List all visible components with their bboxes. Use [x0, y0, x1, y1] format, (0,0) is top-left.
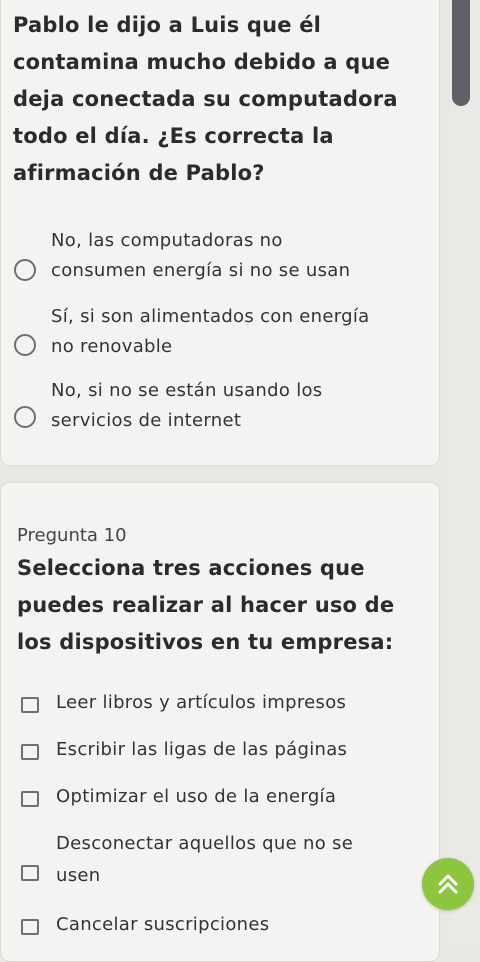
option-label: Desconectar aquellos que no se — [56, 833, 354, 854]
checkbox[interactable] — [21, 865, 39, 881]
option-label: No, las computadoras no — [51, 230, 283, 251]
question-1-line: deja conectada su computadora — [13, 87, 398, 111]
option-label: consumen energía si no se usan — [51, 260, 351, 281]
option-label: No, si no se están usando los — [51, 380, 323, 401]
question-2-line: puedes realizar al hacer uso de — [17, 593, 395, 617]
checkbox[interactable] — [21, 791, 39, 807]
question-1-line: Pablo le dijo a Luis que él — [13, 13, 322, 37]
radio-button[interactable] — [14, 406, 36, 428]
question-card-1: Pablo le dijo a Luis que él contamina mu… — [0, 0, 440, 466]
scrollbar-track[interactable] — [450, 0, 480, 944]
option-label: servicios de internet — [51, 410, 242, 431]
question-number: Pregunta 10 — [17, 525, 127, 546]
option-label: Escribir las ligas de las páginas — [56, 739, 348, 760]
question-1-line: contamina mucho debido a que — [13, 50, 391, 74]
checkbox[interactable] — [21, 744, 39, 760]
double-chevron-up-icon — [438, 874, 458, 894]
scroll-to-top-button[interactable] — [422, 858, 474, 910]
option-label: Cancelar suscripciones — [56, 914, 270, 935]
checkbox[interactable] — [21, 697, 39, 713]
question-2-line: los dispositivos en tu empresa: — [17, 630, 394, 654]
option-label: no renovable — [51, 336, 173, 357]
option-label: Sí, si son alimentados con energía — [51, 306, 370, 327]
checkbox[interactable] — [21, 919, 39, 935]
option-label: Leer libros y artículos impresos — [56, 692, 347, 713]
question-card-2: Pregunta 10 Selecciona tres acciones que… — [0, 482, 440, 962]
option-label: usen — [56, 865, 101, 886]
option-label: Optimizar el uso de la energía — [56, 786, 337, 807]
radio-button[interactable] — [14, 334, 36, 356]
question-2-line: Selecciona tres acciones que — [17, 556, 365, 580]
radio-button[interactable] — [14, 259, 36, 281]
scrollbar-thumb[interactable] — [452, 0, 470, 106]
question-1-line: todo el día. ¿Es correcta la — [13, 124, 334, 148]
question-1-line: afirmación de Pablo? — [13, 161, 265, 185]
